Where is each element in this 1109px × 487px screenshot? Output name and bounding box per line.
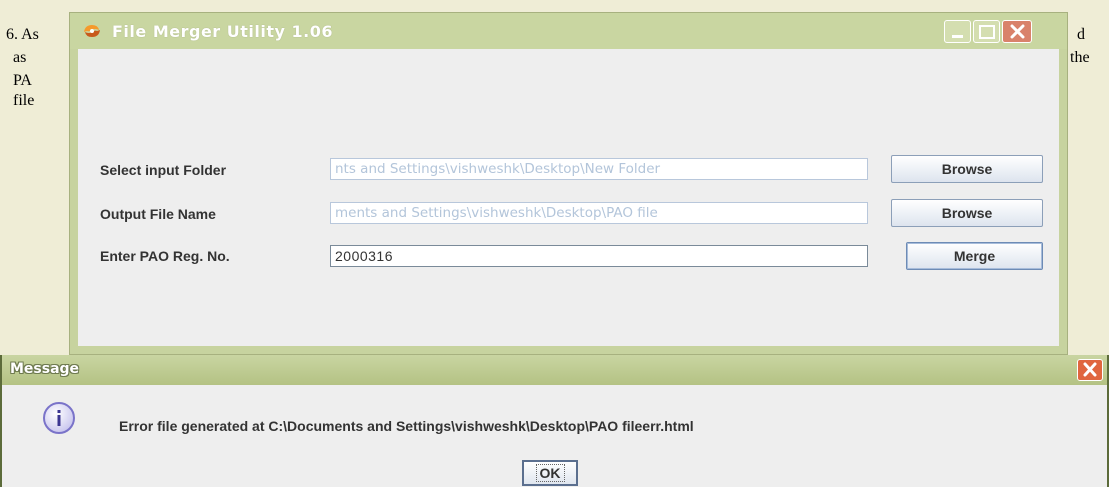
info-icon	[42, 401, 76, 435]
output-file-label: Output File Name	[100, 206, 216, 222]
window-titlebar[interactable]: File Merger Utility 1.06	[70, 13, 1067, 49]
maximize-button[interactable]	[973, 20, 1000, 43]
close-icon	[1010, 24, 1025, 39]
pao-reg-label: Enter PAO Reg. No.	[100, 248, 230, 264]
doc-line: d	[1077, 26, 1085, 43]
doc-line: the	[1070, 49, 1090, 66]
message-close-button[interactable]	[1077, 359, 1103, 381]
merge-button[interactable]: Merge	[906, 242, 1043, 270]
doc-line: as	[13, 49, 27, 66]
output-file-browse-button[interactable]: Browse	[891, 199, 1043, 227]
doc-line: 6. As	[6, 26, 39, 43]
close-button[interactable]	[1002, 20, 1032, 43]
file-merger-window: File Merger Utility 1.06 Select input Fo…	[69, 12, 1068, 355]
minimize-icon	[952, 35, 963, 38]
window-content: Select input Folder nts and Settings\vis…	[78, 49, 1059, 346]
ok-label: OK	[535, 464, 565, 482]
doc-line: PA	[13, 72, 32, 89]
message-text: Error file generated at C:\Documents and…	[119, 418, 694, 434]
window-title: File Merger Utility 1.06	[112, 22, 333, 41]
input-folder-label: Select input Folder	[100, 162, 227, 178]
message-titlebar[interactable]: Message	[2, 355, 1107, 385]
message-dialog: Message Error file generated at C:\Docum…	[0, 355, 1109, 487]
ok-button[interactable]: OK	[522, 460, 578, 486]
close-icon	[1083, 362, 1097, 377]
message-title: Message	[10, 361, 80, 377]
doc-line: file	[13, 92, 35, 109]
input-folder-field[interactable]: nts and Settings\vishweshk\Desktop\New F…	[330, 158, 868, 180]
maximize-icon	[979, 25, 995, 39]
app-icon	[83, 23, 101, 39]
output-file-field[interactable]: ments and Settings\vishweshk\Desktop\PAO…	[330, 202, 868, 224]
pao-reg-field[interactable]: 2000316	[330, 245, 868, 267]
input-folder-browse-button[interactable]: Browse	[891, 155, 1043, 183]
minimize-button[interactable]	[944, 20, 971, 43]
